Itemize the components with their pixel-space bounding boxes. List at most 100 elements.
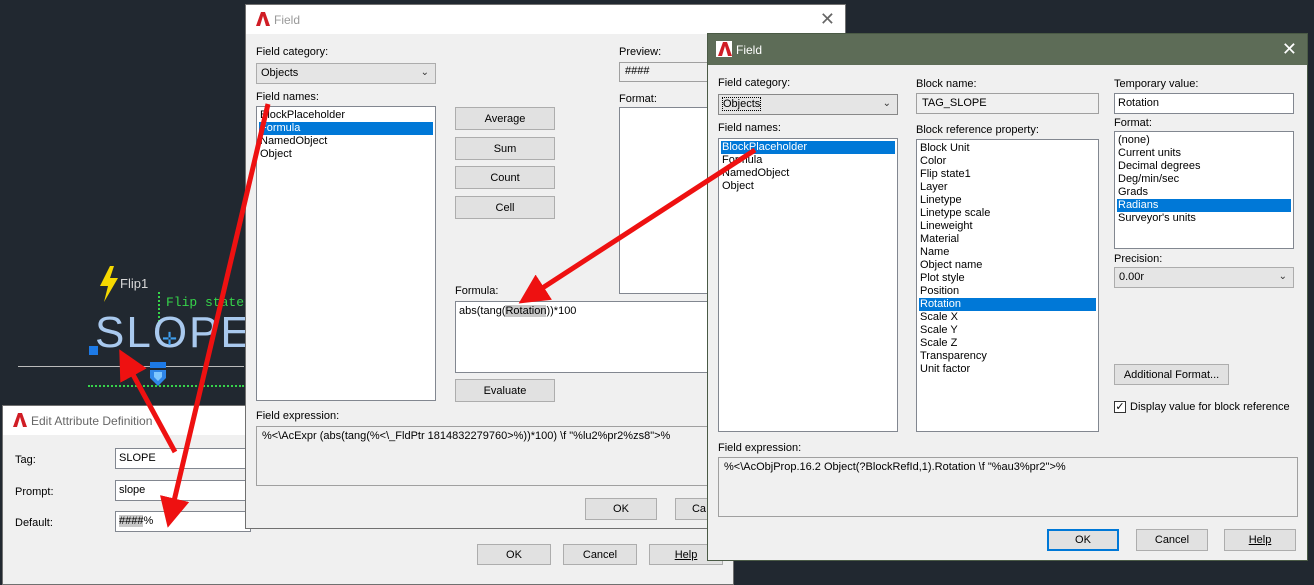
list-item[interactable]: NamedObject — [721, 167, 895, 180]
list-item[interactable]: BlockPlaceholder — [259, 109, 433, 122]
precision-value: 0.00r — [1119, 271, 1145, 283]
list-item[interactable]: Scale Z — [919, 337, 1096, 350]
list-item[interactable]: Object name — [919, 259, 1096, 272]
field2-category-value: Objects — [721, 97, 762, 111]
list-item[interactable]: Decimal degrees — [1117, 160, 1291, 173]
field1-names-label: Field names: — [256, 91, 319, 103]
close-icon[interactable]: ✕ — [820, 9, 835, 30]
list-item[interactable]: Object — [721, 180, 895, 193]
list-item[interactable]: Object — [259, 148, 433, 161]
field2-expr-value: %<\AcObjProp.16.2 Object(?BlockRefId,1).… — [718, 457, 1298, 517]
field1-cancel-button[interactable]: Ca — [675, 498, 711, 520]
precision-select[interactable]: 0.00r ⌄ — [1114, 267, 1294, 288]
prompt-label: Prompt: — [15, 486, 54, 498]
field2-names-list[interactable]: BlockPlaceholder Formula NamedObject Obj… — [718, 138, 898, 432]
field1-titlebar[interactable]: Field ✕ — [246, 5, 845, 34]
list-item[interactable]: BlockPlaceholder — [721, 141, 895, 154]
default-value-highlight: #### — [119, 515, 144, 527]
block-name-value: TAG_SLOPE — [916, 93, 1099, 114]
field2-format-list[interactable]: (none) Current units Decimal degrees Deg/mi… — [1114, 131, 1294, 249]
list-item[interactable]: Linetype scale — [919, 207, 1096, 220]
field1-category-value: Objects — [261, 67, 299, 79]
list-item[interactable]: Scale Y — [919, 324, 1096, 337]
attr-title: Edit Attribute Definition — [31, 414, 153, 428]
list-item[interactable]: Lineweight — [919, 220, 1096, 233]
field1-title: Field — [274, 13, 301, 27]
list-item[interactable]: Radians — [1117, 199, 1291, 212]
list-item[interactable]: Material — [919, 233, 1096, 246]
flip-label: Flip1 — [120, 276, 149, 291]
field2-titlebar[interactable]: Field ✕ — [708, 34, 1307, 65]
average-button[interactable]: Average — [455, 107, 555, 130]
lightning-icon — [100, 266, 118, 302]
field-dialog-block: Field ✕ Field category: Objects ⌄ Field n… — [707, 33, 1308, 561]
field1-format-label: Format: — [619, 93, 657, 105]
prop-label: Block reference property: — [916, 124, 1039, 136]
field1-ok-button[interactable]: OK — [585, 498, 657, 520]
temp-value-label: Temporary value: — [1114, 78, 1199, 90]
chevron-down-icon: ⌄ — [1278, 271, 1287, 282]
display-value-checkbox[interactable]: ✓ — [1114, 401, 1126, 413]
formula-field[interactable]: abs(tang(Rotation))*100 — [455, 301, 715, 373]
field2-ok-button[interactable]: OK — [1047, 529, 1119, 551]
list-item[interactable]: Plot style — [919, 272, 1096, 285]
list-item[interactable]: Position — [919, 285, 1096, 298]
cell-button[interactable]: Cell — [455, 196, 555, 219]
list-item[interactable]: Surveyor's units — [1117, 212, 1291, 225]
precision-label: Precision: — [1114, 253, 1163, 265]
list-item[interactable]: Rotation — [919, 298, 1096, 311]
field1-names-list[interactable]: BlockPlaceholder Formula NamedObject Obj… — [256, 106, 436, 401]
list-item[interactable]: Current units — [1117, 147, 1291, 160]
field1-preview-value: #### — [619, 62, 719, 82]
autocad-icon — [254, 11, 270, 27]
formula-highlight: Rotation — [505, 305, 547, 317]
field1-category-select[interactable]: Objects ⌄ — [256, 63, 436, 84]
attr-ok-button[interactable]: OK — [477, 544, 551, 565]
list-item[interactable]: Linetype — [919, 194, 1096, 207]
list-item[interactable]: Name — [919, 246, 1096, 259]
field2-title: Field — [736, 43, 763, 57]
list-item[interactable]: Block Unit — [919, 142, 1096, 155]
evaluate-button[interactable]: Evaluate — [455, 379, 555, 402]
list-item[interactable]: Grads — [1117, 186, 1291, 199]
list-item[interactable]: Layer — [919, 181, 1096, 194]
autocad-icon — [11, 412, 27, 428]
list-item[interactable]: Deg/min/sec — [1117, 173, 1291, 186]
list-item[interactable]: Formula — [721, 154, 895, 167]
formula-post: ))*100 — [546, 305, 577, 317]
list-item[interactable]: Transparency — [919, 350, 1096, 363]
close-icon[interactable]: ✕ — [1282, 39, 1297, 60]
field2-category-select[interactable]: Objects ⌄ — [718, 94, 898, 115]
field1-category-label: Field category: — [256, 46, 329, 58]
list-item[interactable]: Flip state1 — [919, 168, 1096, 181]
tag-label: Tag: — [15, 454, 36, 466]
grip-move[interactable]: ✛ — [162, 330, 180, 348]
list-item[interactable]: (none) — [1117, 134, 1291, 147]
baseline — [18, 366, 244, 367]
formula-label: Formula: — [455, 285, 499, 297]
chevron-down-icon: ⌄ — [420, 67, 429, 78]
temp-value-field[interactable]: Rotation — [1114, 93, 1294, 114]
field2-cancel-button[interactable]: Cancel — [1136, 529, 1208, 551]
count-button[interactable]: Count — [455, 166, 555, 189]
default-label: Default: — [15, 517, 53, 529]
default-field[interactable]: ####% — [115, 511, 251, 532]
field2-help-button[interactable]: Help — [1224, 529, 1296, 551]
additional-format-button[interactable]: Additional Format... — [1114, 364, 1229, 385]
formula-pre: abs(tang( — [459, 305, 506, 317]
grip-square[interactable] — [89, 346, 98, 355]
list-item[interactable]: Scale X — [919, 311, 1096, 324]
list-item[interactable]: Unit factor — [919, 363, 1096, 376]
list-item[interactable]: Color — [919, 155, 1096, 168]
attr-cancel-button[interactable]: Cancel — [563, 544, 637, 565]
field1-format-list[interactable] — [619, 107, 719, 294]
list-item[interactable]: Formula — [259, 122, 433, 135]
list-item[interactable]: NamedObject — [259, 135, 433, 148]
flip-grip-icon[interactable] — [148, 362, 168, 388]
default-value-rest: % — [143, 515, 154, 527]
tag-field[interactable]: SLOPE — [115, 448, 251, 469]
sum-button[interactable]: Sum — [455, 137, 555, 160]
autocad-icon — [716, 41, 732, 57]
block-prop-list[interactable]: Block Unit Color Flip state1 Layer Linetype L… — [916, 139, 1099, 432]
prompt-field[interactable]: slope — [115, 480, 251, 501]
